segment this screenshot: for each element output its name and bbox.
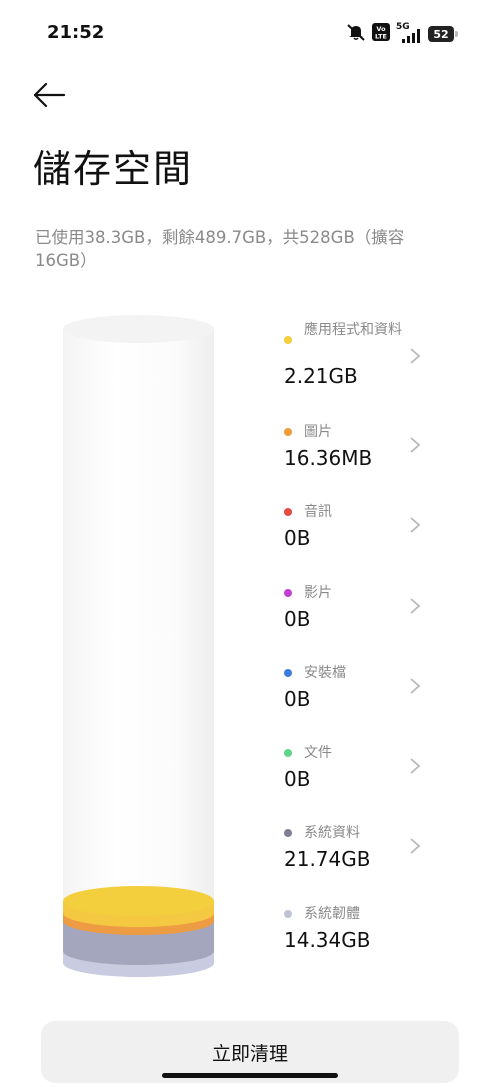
category-label: 應用程式和資料 (304, 322, 402, 338)
category-video[interactable]: 影片 0B (284, 583, 434, 653)
category-system-firmware: 系統韌體 14.34GB (284, 904, 434, 974)
category-label: 系統資料 (304, 825, 360, 841)
signal-5g-icon: 5G (396, 22, 422, 44)
chevron-right-icon (410, 758, 421, 774)
mute-bell-icon (346, 23, 366, 45)
category-size: 21.74GB (284, 847, 371, 871)
category-size: 0B (284, 607, 311, 631)
category-installers[interactable]: 安裝檔 0B (284, 663, 434, 733)
status-time: 21:52 (47, 22, 105, 43)
chevron-right-icon (410, 437, 421, 453)
cylinder-top (63, 315, 214, 343)
category-documents[interactable]: 文件 0B (284, 743, 434, 813)
category-label: 文件 (304, 745, 332, 761)
status-bar: 21:52 Vo LTE 5G 52 (0, 0, 500, 66)
back-button[interactable] (33, 80, 67, 110)
arrow-left-icon (33, 82, 66, 108)
chevron-right-icon (410, 838, 421, 854)
category-audio[interactable]: 音訊 0B (284, 502, 434, 572)
color-dot (284, 428, 292, 436)
page-title: 儲存空間 (33, 147, 194, 191)
home-indicator[interactable] (162, 1073, 338, 1078)
color-dot (284, 910, 292, 918)
color-dot (284, 749, 292, 757)
category-label: 安裝檔 (304, 665, 346, 681)
color-dot (284, 829, 292, 837)
category-system-data[interactable]: 系統資料 21.74GB (284, 823, 434, 893)
category-size: 2.21GB (284, 364, 358, 388)
category-apps[interactable]: 應用程式和資料 2.21GB (284, 320, 434, 390)
segment-apps-top (63, 886, 214, 916)
chevron-right-icon (410, 678, 421, 694)
color-dot (284, 669, 292, 677)
category-images[interactable]: 圖片 16.36MB (284, 422, 434, 492)
category-size: 0B (284, 526, 311, 550)
chevron-right-icon (410, 517, 421, 533)
category-label: 音訊 (304, 504, 332, 520)
chevron-right-icon (410, 598, 421, 614)
category-size: 16.36MB (284, 446, 373, 470)
category-size: 14.34GB (284, 928, 371, 952)
battery-icon: 52 (428, 26, 458, 42)
color-dot (284, 589, 292, 597)
storage-summary: 已使用38.3GB，剩餘489.7GB，共528GB（擴容16GB） (35, 228, 405, 270)
color-dot (284, 508, 292, 516)
storage-cylinder-chart (63, 315, 214, 978)
status-icons: Vo LTE 5G 52 (346, 22, 458, 45)
svg-text:LTE: LTE (375, 33, 387, 41)
category-label: 影片 (304, 585, 332, 601)
category-label: 系統韌體 (304, 906, 360, 922)
cylinder-body (63, 329, 214, 965)
category-label: 圖片 (304, 424, 332, 440)
volte-icon: Vo LTE (372, 23, 390, 45)
category-size: 0B (284, 767, 311, 791)
color-dot (284, 336, 292, 344)
category-size: 0B (284, 687, 311, 711)
chevron-right-icon (410, 348, 421, 364)
